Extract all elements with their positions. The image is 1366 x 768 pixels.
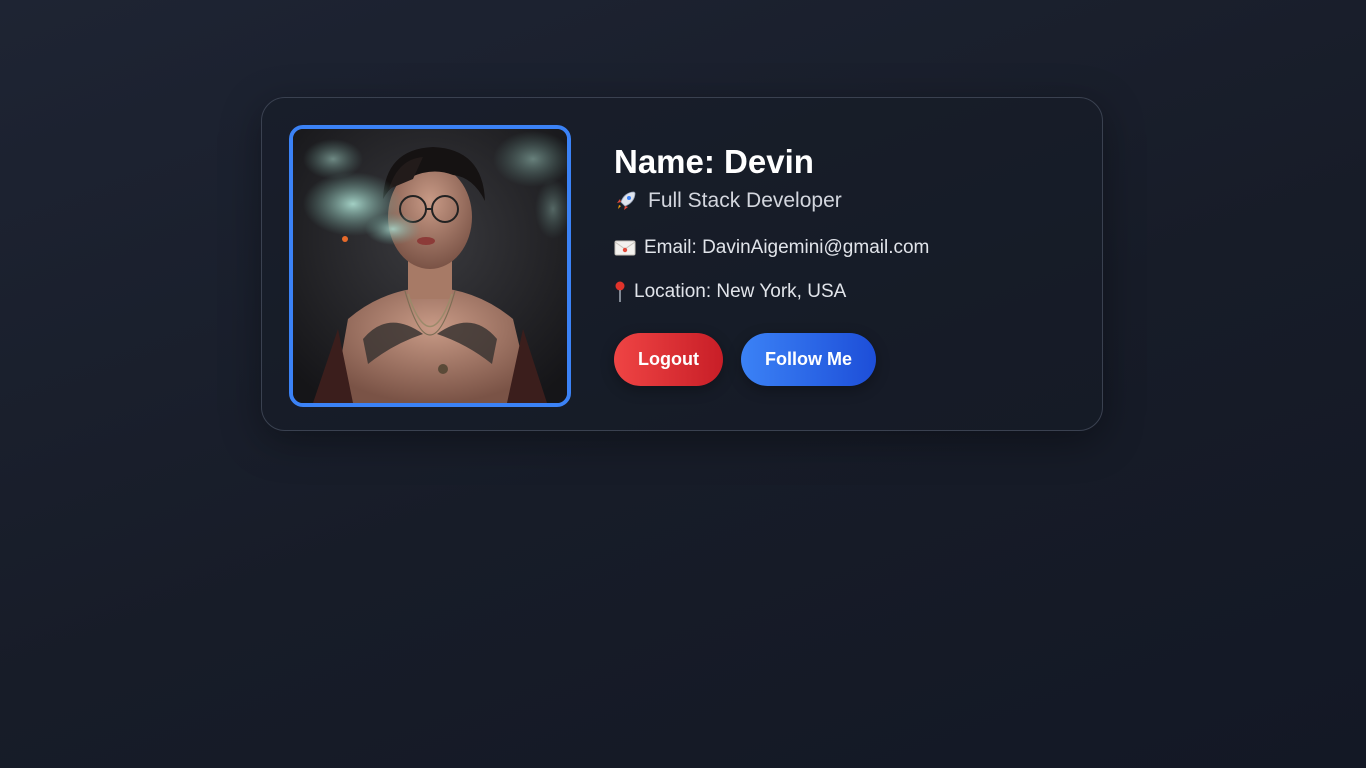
profile-photo [293, 129, 567, 403]
profile-role: Full Stack Developer [614, 188, 1074, 214]
pin-icon [614, 281, 626, 303]
profile-card: Name: Devin Full Stack Developer Email: … [261, 97, 1103, 431]
location-text: Location: New York, USA [634, 281, 847, 302]
profile-info: Name: Devin Full Stack Developer Email: … [614, 142, 1074, 386]
follow-button[interactable]: Follow Me [741, 333, 876, 386]
action-buttons: Logout Follow Me [614, 333, 1074, 386]
email-text: Email: DavinAigemini@gmail.com [644, 237, 930, 258]
role-label: Full Stack Developer [648, 189, 842, 212]
avatar [289, 125, 571, 407]
logout-button[interactable]: Logout [614, 333, 723, 386]
profile-name: Name: Devin [614, 143, 814, 180]
rocket-icon [614, 189, 638, 213]
profile-location: Location: New York, USA [614, 280, 1074, 304]
envelope-icon [614, 240, 636, 256]
profile-email: Email: DavinAigemini@gmail.com [614, 236, 1074, 260]
